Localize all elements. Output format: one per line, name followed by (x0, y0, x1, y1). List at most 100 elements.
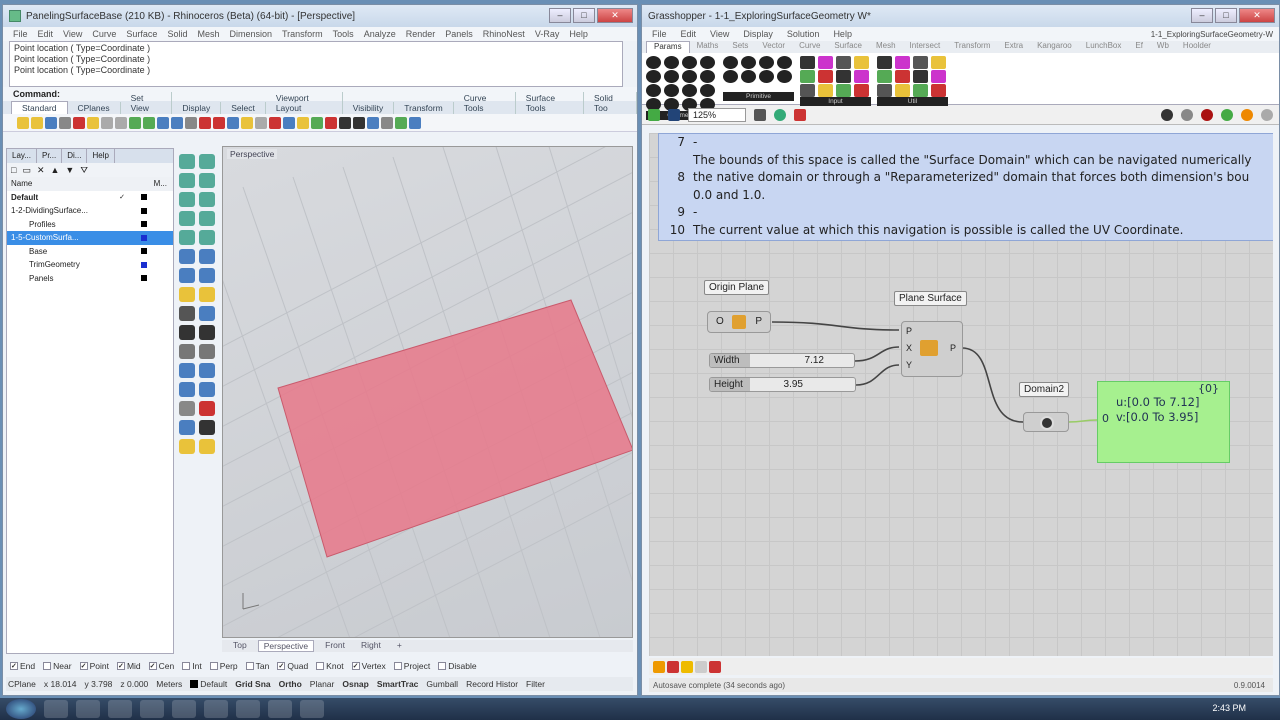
osnap-checkbox[interactable] (393, 662, 402, 670)
layer-color-swatch[interactable] (141, 234, 147, 241)
ribbon-icon[interactable] (682, 84, 697, 97)
gh-minimize-button[interactable]: – (1191, 8, 1213, 23)
ribbon-icon[interactable] (723, 56, 738, 69)
tool-icon[interactable] (199, 154, 215, 169)
layer-color-swatch[interactable] (141, 221, 147, 228)
menu-item-file[interactable]: File (13, 29, 28, 39)
perspective-viewport[interactable]: Perspective (222, 146, 633, 638)
gh-close-button[interactable]: ✕ (1239, 8, 1275, 23)
gh-menu-item[interactable]: Help (833, 29, 852, 39)
tool-icon[interactable] (179, 382, 195, 397)
tool-icon[interactable] (179, 230, 195, 245)
menu-item-analyze[interactable]: Analyze (364, 29, 396, 39)
panel-tab[interactable]: Lay... (7, 149, 37, 163)
layer-indicator[interactable]: Default (190, 679, 227, 689)
ribbon-icon[interactable] (836, 84, 851, 97)
domain2-param[interactable] (1023, 412, 1069, 432)
taskbar-app[interactable] (236, 700, 260, 718)
gh-tab[interactable]: Surface (827, 41, 869, 53)
gh-tab[interactable]: Vector (755, 41, 792, 53)
toolbar-icon[interactable] (255, 116, 267, 129)
menu-item-tools[interactable]: Tools (333, 29, 354, 39)
toolbar-icon[interactable] (73, 116, 85, 129)
tool-icon[interactable] (199, 192, 215, 207)
tool-icon[interactable] (179, 363, 195, 378)
ribbon-icon[interactable] (682, 70, 697, 83)
ribbon-icon[interactable] (931, 70, 946, 83)
gh-menu-item[interactable]: Solution (787, 29, 820, 39)
tool-icon[interactable] (179, 306, 195, 321)
save-file-icon[interactable] (668, 108, 680, 121)
osnap-checkbox[interactable] (182, 662, 191, 670)
gh-tab[interactable]: Hoolder (1176, 41, 1218, 53)
toolbar-icon[interactable] (325, 116, 337, 129)
ribbon-icon[interactable] (741, 56, 756, 69)
ribbon-icon[interactable] (931, 84, 946, 97)
preview-shaded-icon[interactable] (1201, 108, 1213, 121)
menu-item-vray[interactable]: V-Ray (535, 29, 560, 39)
gh-tab[interactable]: Mesh (869, 41, 903, 53)
delete-layer-icon[interactable]: ✕ (37, 165, 45, 176)
toolbar-icon[interactable] (283, 116, 295, 129)
menu-item-surface[interactable]: Surface (126, 29, 157, 39)
osnap-checkbox[interactable] (43, 662, 52, 670)
toolbar-tab[interactable]: Set View (121, 92, 173, 114)
osnap-disable[interactable]: Disable (438, 661, 477, 671)
gh-tab[interactable]: Intersect (903, 41, 948, 53)
status-toggle[interactable]: Filter (526, 679, 545, 689)
ribbon-icon[interactable] (800, 70, 815, 83)
toolbar-icon[interactable] (171, 116, 183, 129)
pink-surface[interactable] (277, 299, 633, 558)
taskbar-app[interactable] (44, 700, 68, 718)
new-layer-icon[interactable]: □ (11, 165, 16, 175)
toolbar-tab[interactable]: CPlanes (68, 102, 121, 114)
ribbon-icon[interactable] (913, 56, 928, 69)
toolbar-icon[interactable] (129, 116, 141, 129)
gh-menu-item[interactable]: Edit (681, 29, 697, 39)
menu-item-dimension[interactable]: Dimension (229, 29, 272, 39)
tool-icon[interactable] (199, 344, 215, 359)
taskbar-app[interactable] (204, 700, 228, 718)
plane-surface-component[interactable]: P X Y P (901, 321, 963, 377)
layer-color-swatch[interactable] (141, 207, 147, 214)
tool-icon[interactable] (199, 401, 215, 416)
toolbar-icon[interactable] (381, 116, 393, 129)
toolbar-icon[interactable] (157, 116, 169, 129)
toolbar-icon[interactable] (31, 116, 43, 129)
osnap-checkbox[interactable] (245, 662, 254, 670)
options-icon[interactable] (1261, 108, 1273, 121)
ribbon-icon[interactable] (646, 70, 661, 83)
ribbon-icon[interactable] (777, 70, 792, 83)
ribbon-icon[interactable] (759, 56, 774, 69)
tool-icon[interactable] (199, 325, 215, 340)
toolbar-icon[interactable] (269, 116, 281, 129)
ribbon-icon[interactable] (664, 84, 679, 97)
ribbon-icon[interactable] (682, 56, 697, 69)
layer-row[interactable]: TrimGeometry (7, 258, 173, 272)
ribbon-icon[interactable] (818, 56, 833, 69)
layer-row[interactable]: 1-5-CustomSurfa... (7, 231, 173, 245)
taskbar-app[interactable] (268, 700, 292, 718)
osnap-checkbox[interactable]: ✓ (79, 662, 88, 670)
gh-tab[interactable]: Extra (997, 41, 1030, 53)
toolbar-icon[interactable] (367, 116, 379, 129)
menu-item-rhinonest[interactable]: RhinoNest (483, 29, 525, 39)
gh-canvas[interactable]: 7- The bounds of this space is called the… (649, 133, 1273, 656)
status-toggle[interactable]: Ortho (279, 679, 302, 689)
osnap-checkbox[interactable]: ✓ (351, 662, 360, 670)
tool-icon[interactable] (179, 192, 195, 207)
tool-icon[interactable] (179, 344, 195, 359)
ribbon-icon[interactable] (664, 56, 679, 69)
layer-row[interactable]: Panels (7, 272, 173, 286)
osnap-int[interactable]: Int (182, 661, 202, 671)
ribbon-icon[interactable] (877, 56, 892, 69)
ribbon-icon[interactable] (800, 56, 815, 69)
ribbon-icon[interactable] (877, 70, 892, 83)
tool-icon[interactable] (199, 363, 215, 378)
tool-icon[interactable] (199, 382, 215, 397)
osnap-checkbox[interactable] (438, 662, 447, 670)
toolbar-tab[interactable]: Visibility (343, 102, 395, 114)
origin-plane-param[interactable]: O P (707, 311, 771, 333)
toolbar-icon[interactable] (101, 116, 113, 129)
toolbar-icon[interactable] (241, 116, 253, 129)
